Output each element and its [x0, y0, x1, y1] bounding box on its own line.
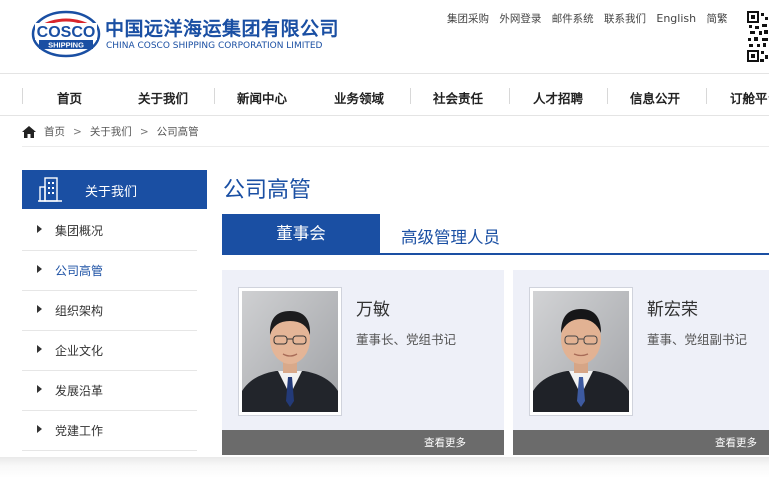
executive-photo: [238, 287, 342, 416]
brand-name-cn: 中国远洋海运集团有限公司: [105, 18, 340, 40]
sidebar-item-party-building[interactable]: 党建工作: [22, 410, 197, 451]
page-bottom-shadow: [0, 457, 769, 478]
nav-item-careers[interactable]: 人才招聘: [533, 88, 583, 107]
triangle-right-icon: [37, 385, 42, 393]
qr-code-icon: [747, 11, 769, 67]
sidebar-item-label: 集团概况: [55, 224, 104, 238]
nav-divider: [706, 88, 707, 104]
logo-text-top: COSCO: [37, 24, 96, 41]
view-more-link[interactable]: 查看更多: [424, 435, 466, 450]
triangle-right-icon: [37, 225, 42, 233]
nav-item-home[interactable]: 首页: [57, 88, 82, 107]
sidebar-item-culture[interactable]: 企业文化: [22, 330, 197, 371]
top-link-login[interactable]: 外网登录: [499, 13, 541, 25]
nav-divider: [410, 88, 411, 104]
sidebar-item-label: 公司高管: [55, 264, 104, 278]
top-link-procurement[interactable]: 集团采购: [447, 13, 489, 25]
sidebar-item-label: 发展沿革: [55, 384, 104, 398]
breadcrumb-current: 公司高管: [156, 126, 199, 138]
nav-item-disclosure[interactable]: 信息公开: [630, 88, 680, 107]
breadcrumb-divider: [22, 146, 769, 147]
home-icon: [22, 125, 36, 138]
nav-item-about[interactable]: 关于我们: [138, 88, 188, 107]
page-title: 公司高管: [223, 178, 312, 203]
cosco-logo[interactable]: COSCO SHIPPING: [30, 9, 102, 59]
triangle-right-icon: [37, 345, 42, 353]
top-link-contact[interactable]: 联系我们: [604, 13, 646, 25]
executive-card[interactable]: 靳宏荣 董事、党组副书记 查看更多: [513, 270, 769, 455]
sidebar-item-history[interactable]: 发展沿革: [22, 370, 197, 411]
triangle-right-icon: [37, 265, 42, 273]
view-more-link[interactable]: 查看更多: [715, 435, 757, 450]
nav-item-news[interactable]: 新闻中心: [237, 88, 287, 107]
sidebar-title: 关于我们: [85, 185, 138, 200]
nav-divider: [607, 88, 608, 104]
nav-item-booking[interactable]: 订舱平台: [730, 88, 769, 107]
breadcrumb: 首页 > 关于我们 > 公司高管: [22, 124, 199, 139]
sidebar-item-overview[interactable]: 集团概况: [22, 210, 197, 251]
breadcrumb-separator: >: [139, 125, 149, 138]
sidebar-item-organization[interactable]: 组织架构: [22, 290, 197, 331]
main-nav: 首页 关于我们 新闻中心 业务领域 社会责任 人才招聘 信息公开 订舱平台: [0, 74, 769, 115]
nav-item-csr[interactable]: 社会责任: [433, 88, 483, 107]
sidebar-header: 关于我们: [22, 170, 207, 209]
executive-name: 靳宏荣: [647, 300, 698, 320]
executive-role: 董事、党组副书记: [647, 332, 748, 347]
sidebar-item-label: 组织架构: [55, 304, 104, 318]
breadcrumb-home[interactable]: 首页: [44, 124, 65, 139]
sidebar-item-label: 企业文化: [55, 344, 104, 358]
tab-senior-management[interactable]: 高级管理人员: [401, 224, 500, 248]
nav-divider: [214, 88, 215, 104]
executive-role: 董事长、党组书记: [356, 332, 457, 347]
nav-divider: [509, 88, 510, 104]
executive-name: 万敏: [356, 300, 390, 320]
nav-bottom-divider: [0, 115, 769, 116]
tab-board[interactable]: 董事会: [222, 214, 380, 254]
triangle-right-icon: [37, 305, 42, 313]
sidebar-item-label: 党建工作: [55, 424, 104, 438]
top-link-traditional[interactable]: 简繁: [706, 13, 727, 25]
top-link-mail[interactable]: 邮件系统: [552, 13, 594, 25]
more-bar: 查看更多: [513, 430, 769, 455]
executive-photo: [529, 287, 633, 416]
top-links: 集团采购 外网登录 邮件系统 联系我们 English 简繁: [447, 11, 734, 26]
logo-text-bottom: SHIPPING: [48, 41, 84, 50]
triangle-right-icon: [37, 425, 42, 433]
nav-item-business[interactable]: 业务领域: [334, 88, 384, 107]
executive-card[interactable]: 万敏 董事长、党组书记 查看更多: [222, 270, 504, 455]
brand-name-en: CHINA COSCO SHIPPING CORPORATION LIMITED: [106, 41, 323, 51]
breadcrumb-separator: >: [73, 125, 82, 138]
building-icon: [38, 177, 62, 202]
top-link-english[interactable]: English: [656, 12, 696, 25]
sidebar-item-executives[interactable]: 公司高管: [22, 250, 197, 291]
more-bar: 查看更多: [222, 430, 504, 455]
nav-divider: [22, 88, 23, 104]
breadcrumb-about[interactable]: 关于我们: [90, 124, 132, 139]
